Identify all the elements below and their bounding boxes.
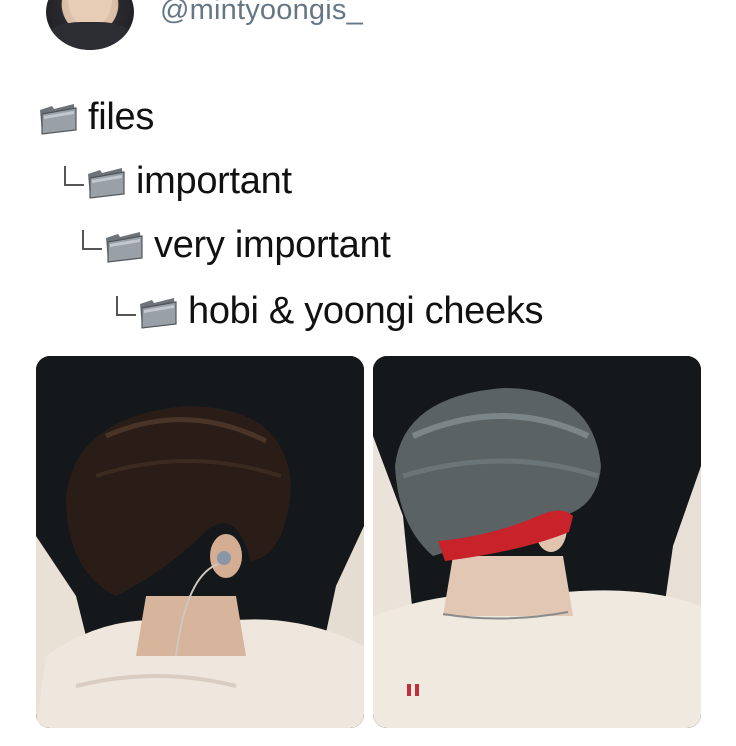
- tree-item-label: files: [88, 96, 155, 138]
- tree-item-label: very important: [154, 224, 391, 266]
- folder-icon: [104, 230, 143, 263]
- tree-item-important: important: [64, 160, 292, 203]
- tree-item-very-important: very important: [82, 224, 391, 267]
- folder-icon: [38, 102, 77, 135]
- tree-branch: [116, 295, 136, 316]
- folder-icon: [86, 166, 125, 199]
- tree-item-hobi-yoongi-cheeks: hobi & yoongi cheeks: [116, 290, 544, 333]
- tree-item-label: important: [136, 160, 292, 202]
- folder-icon: [138, 296, 177, 329]
- tree-branch: [64, 165, 84, 186]
- avatar[interactable]: [46, 0, 134, 50]
- tree-branch: [82, 229, 102, 250]
- tree-item-files: files: [38, 96, 154, 139]
- user-handle[interactable]: @mintyoongis_: [160, 0, 363, 27]
- tree-item-label: hobi & yoongi cheeks: [188, 290, 544, 332]
- hobi-photo[interactable]: [36, 356, 364, 728]
- yoongi-photo[interactable]: [373, 356, 701, 728]
